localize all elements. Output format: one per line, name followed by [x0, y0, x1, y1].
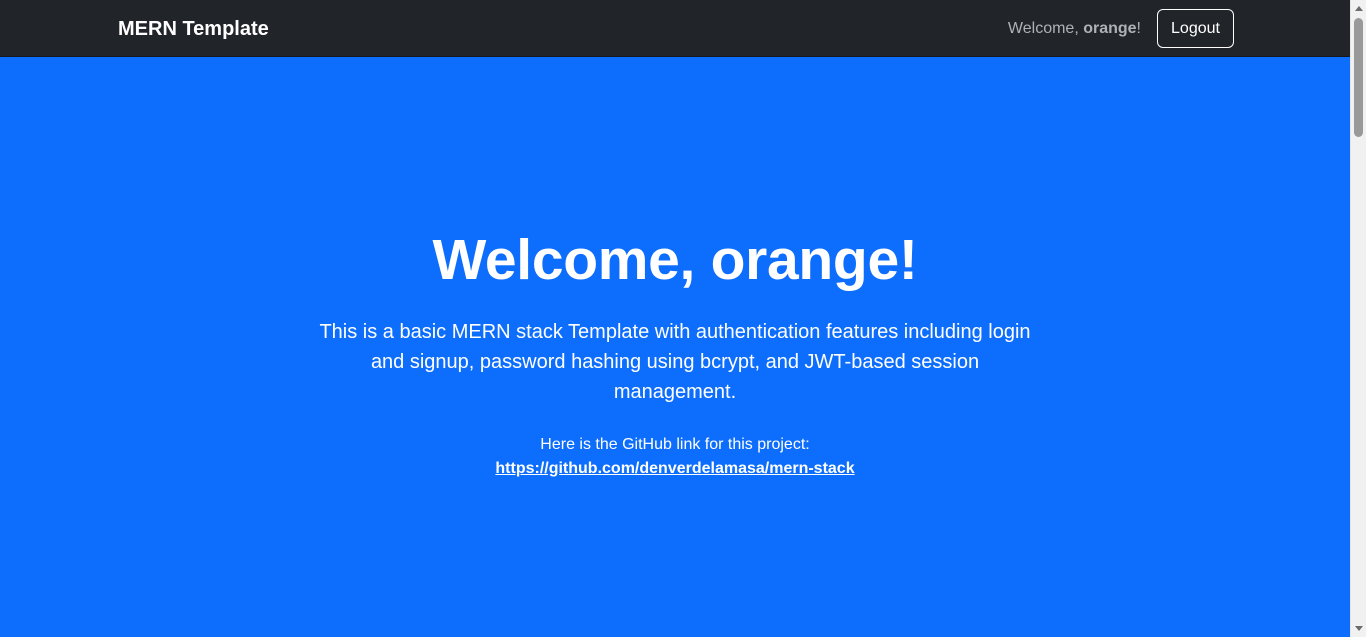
welcome-prefix: Welcome,	[1007, 19, 1084, 37]
navbar-welcome-message: Welcome, orange!	[1008, 19, 1141, 39]
logout-button[interactable]: Logout	[1157, 9, 1234, 48]
github-link-label: Here is the GitHub link for this project…	[540, 436, 810, 453]
welcome-suffix: !	[1136, 19, 1141, 37]
top-navbar: MERN Template Welcome, orange! Logout	[0, 0, 1350, 57]
hero-section: Welcome, orange! This is a basic MERN st…	[0, 225, 1350, 481]
navbar-username: orange	[1083, 19, 1137, 37]
scrollbar-thumb[interactable]	[1354, 18, 1363, 137]
hero-description: This is a basic MERN stack Template with…	[319, 321, 1031, 403]
scroll-down-arrow-icon[interactable]	[1355, 626, 1363, 631]
page-scrollbar[interactable]	[1350, 0, 1366, 637]
scroll-up-arrow-icon[interactable]	[1355, 6, 1363, 11]
hero-heading: Welcome, orange!	[432, 228, 918, 292]
github-repository-link[interactable]: https://github.com/denverdelamasa/mern-s…	[495, 460, 854, 477]
page: MERN Template Welcome, orange! Logout We…	[0, 0, 1366, 637]
brand-link[interactable]: MERN Template	[118, 17, 269, 41]
navbar-user-area: Welcome, orange! Logout	[1008, 9, 1234, 48]
